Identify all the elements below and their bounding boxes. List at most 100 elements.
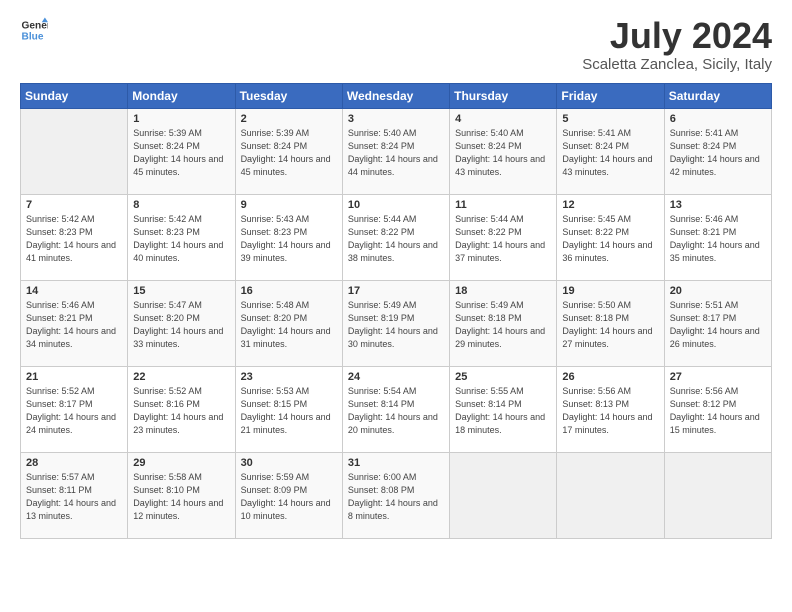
- day-sunset: Sunset: 8:24 PM: [455, 141, 522, 151]
- day-number: 14: [26, 285, 122, 297]
- day-sunset: Sunset: 8:24 PM: [670, 141, 737, 151]
- day-daylight: Daylight: 14 hours and 38 minutes.: [348, 240, 438, 263]
- day-sunset: Sunset: 8:21 PM: [26, 313, 93, 323]
- day-sunset: Sunset: 8:24 PM: [241, 141, 308, 151]
- day-sunrise: Sunrise: 5:39 AM: [133, 128, 202, 138]
- day-number: 3: [348, 113, 444, 125]
- day-number: 7: [26, 199, 122, 211]
- calendar-cell: 25 Sunrise: 5:55 AM Sunset: 8:14 PM Dayl…: [450, 366, 557, 452]
- calendar-cell: 6 Sunrise: 5:41 AM Sunset: 8:24 PM Dayli…: [664, 108, 771, 194]
- week-row-4: 21 Sunrise: 5:52 AM Sunset: 8:17 PM Dayl…: [21, 366, 772, 452]
- day-sunset: Sunset: 8:13 PM: [562, 399, 629, 409]
- day-daylight: Daylight: 14 hours and 27 minutes.: [562, 326, 652, 349]
- day-sunrise: Sunrise: 5:49 AM: [348, 300, 417, 310]
- col-tuesday: Tuesday: [235, 83, 342, 108]
- col-thursday: Thursday: [450, 83, 557, 108]
- day-sunset: Sunset: 8:22 PM: [455, 227, 522, 237]
- day-daylight: Daylight: 14 hours and 17 minutes.: [562, 412, 652, 435]
- day-daylight: Daylight: 14 hours and 23 minutes.: [133, 412, 223, 435]
- day-sunset: Sunset: 8:11 PM: [26, 485, 92, 495]
- day-sunrise: Sunrise: 5:51 AM: [670, 300, 739, 310]
- day-daylight: Daylight: 14 hours and 34 minutes.: [26, 326, 116, 349]
- day-sunrise: Sunrise: 5:42 AM: [26, 214, 95, 224]
- calendar-cell: 18 Sunrise: 5:49 AM Sunset: 8:18 PM Dayl…: [450, 280, 557, 366]
- calendar-cell: 11 Sunrise: 5:44 AM Sunset: 8:22 PM Dayl…: [450, 194, 557, 280]
- day-number: 31: [348, 457, 444, 469]
- day-number: 5: [562, 113, 658, 125]
- month-title: July 2024: [582, 16, 772, 56]
- calendar-cell: 15 Sunrise: 5:47 AM Sunset: 8:20 PM Dayl…: [128, 280, 235, 366]
- day-number: 9: [241, 199, 337, 211]
- day-number: 11: [455, 199, 551, 211]
- day-daylight: Daylight: 14 hours and 18 minutes.: [455, 412, 545, 435]
- calendar-cell: 21 Sunrise: 5:52 AM Sunset: 8:17 PM Dayl…: [21, 366, 128, 452]
- day-number: 24: [348, 371, 444, 383]
- day-sunset: Sunset: 8:16 PM: [133, 399, 200, 409]
- day-number: 26: [562, 371, 658, 383]
- title-block: July 2024 Scaletta Zanclea, Sicily, Ital…: [582, 16, 772, 73]
- calendar-cell: 19 Sunrise: 5:50 AM Sunset: 8:18 PM Dayl…: [557, 280, 664, 366]
- day-number: 21: [26, 371, 122, 383]
- day-daylight: Daylight: 14 hours and 31 minutes.: [241, 326, 331, 349]
- day-sunset: Sunset: 8:23 PM: [26, 227, 93, 237]
- day-number: 8: [133, 199, 229, 211]
- day-number: 19: [562, 285, 658, 297]
- day-sunset: Sunset: 8:20 PM: [241, 313, 308, 323]
- week-row-3: 14 Sunrise: 5:46 AM Sunset: 8:21 PM Dayl…: [21, 280, 772, 366]
- header: General Blue July 2024 Scaletta Zanclea,…: [20, 16, 772, 73]
- calendar-cell: 23 Sunrise: 5:53 AM Sunset: 8:15 PM Dayl…: [235, 366, 342, 452]
- day-sunrise: Sunrise: 5:49 AM: [455, 300, 524, 310]
- col-monday: Monday: [128, 83, 235, 108]
- day-daylight: Daylight: 14 hours and 21 minutes.: [241, 412, 331, 435]
- day-sunrise: Sunrise: 5:50 AM: [562, 300, 631, 310]
- day-sunset: Sunset: 8:23 PM: [133, 227, 200, 237]
- day-sunset: Sunset: 8:18 PM: [455, 313, 522, 323]
- calendar-cell: 20 Sunrise: 5:51 AM Sunset: 8:17 PM Dayl…: [664, 280, 771, 366]
- day-daylight: Daylight: 14 hours and 45 minutes.: [133, 154, 223, 177]
- day-daylight: Daylight: 14 hours and 40 minutes.: [133, 240, 223, 263]
- day-sunset: Sunset: 8:18 PM: [562, 313, 629, 323]
- day-number: 6: [670, 113, 766, 125]
- day-sunrise: Sunrise: 5:56 AM: [562, 386, 631, 396]
- weekday-header-row: Sunday Monday Tuesday Wednesday Thursday…: [21, 83, 772, 108]
- day-sunrise: Sunrise: 5:41 AM: [670, 128, 739, 138]
- day-sunrise: Sunrise: 5:55 AM: [455, 386, 524, 396]
- day-number: 20: [670, 285, 766, 297]
- logo-icon: General Blue: [20, 16, 48, 44]
- day-sunset: Sunset: 8:17 PM: [670, 313, 737, 323]
- day-number: 10: [348, 199, 444, 211]
- day-daylight: Daylight: 14 hours and 43 minutes.: [562, 154, 652, 177]
- day-sunset: Sunset: 8:09 PM: [241, 485, 308, 495]
- day-number: 15: [133, 285, 229, 297]
- calendar-cell: 27 Sunrise: 5:56 AM Sunset: 8:12 PM Dayl…: [664, 366, 771, 452]
- calendar-cell: 14 Sunrise: 5:46 AM Sunset: 8:21 PM Dayl…: [21, 280, 128, 366]
- day-daylight: Daylight: 14 hours and 45 minutes.: [241, 154, 331, 177]
- day-number: 1: [133, 113, 229, 125]
- day-daylight: Daylight: 14 hours and 13 minutes.: [26, 498, 116, 521]
- day-sunrise: Sunrise: 5:44 AM: [348, 214, 417, 224]
- day-sunset: Sunset: 8:24 PM: [562, 141, 629, 151]
- calendar-table: Sunday Monday Tuesday Wednesday Thursday…: [20, 83, 772, 539]
- calendar-cell: 24 Sunrise: 5:54 AM Sunset: 8:14 PM Dayl…: [342, 366, 449, 452]
- calendar-cell: [557, 452, 664, 538]
- calendar-cell: 9 Sunrise: 5:43 AM Sunset: 8:23 PM Dayli…: [235, 194, 342, 280]
- day-number: 22: [133, 371, 229, 383]
- day-number: 13: [670, 199, 766, 211]
- calendar-cell: [450, 452, 557, 538]
- calendar-cell: 26 Sunrise: 5:56 AM Sunset: 8:13 PM Dayl…: [557, 366, 664, 452]
- day-sunrise: Sunrise: 5:52 AM: [133, 386, 202, 396]
- day-daylight: Daylight: 14 hours and 29 minutes.: [455, 326, 545, 349]
- day-sunset: Sunset: 8:19 PM: [348, 313, 415, 323]
- col-wednesday: Wednesday: [342, 83, 449, 108]
- location-subtitle: Scaletta Zanclea, Sicily, Italy: [582, 56, 772, 73]
- day-sunset: Sunset: 8:21 PM: [670, 227, 737, 237]
- day-sunrise: Sunrise: 5:56 AM: [670, 386, 739, 396]
- day-sunset: Sunset: 8:17 PM: [26, 399, 93, 409]
- calendar-cell: 3 Sunrise: 5:40 AM Sunset: 8:24 PM Dayli…: [342, 108, 449, 194]
- day-number: 17: [348, 285, 444, 297]
- day-sunrise: Sunrise: 5:47 AM: [133, 300, 202, 310]
- day-sunrise: Sunrise: 5:59 AM: [241, 472, 310, 482]
- day-sunrise: Sunrise: 5:44 AM: [455, 214, 524, 224]
- day-daylight: Daylight: 14 hours and 37 minutes.: [455, 240, 545, 263]
- day-daylight: Daylight: 14 hours and 35 minutes.: [670, 240, 760, 263]
